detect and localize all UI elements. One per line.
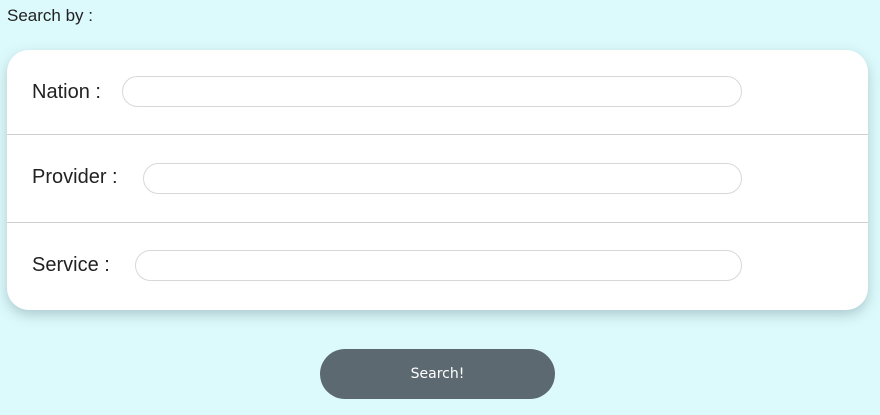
nation-row: Nation : [7,50,868,134]
search-form-card: Nation : Provider : Service : [7,50,868,310]
provider-row: Provider : [7,135,868,219]
service-label: Service : [32,253,110,276]
provider-label: Provider : [32,165,118,188]
search-by-heading: Search by : [7,6,93,25]
nation-label: Nation : [32,80,101,103]
provider-input[interactable] [143,163,742,194]
service-row: Service : [7,223,868,307]
nation-input[interactable] [122,76,742,107]
search-button[interactable]: Search! [320,349,555,399]
service-input[interactable] [135,250,742,281]
